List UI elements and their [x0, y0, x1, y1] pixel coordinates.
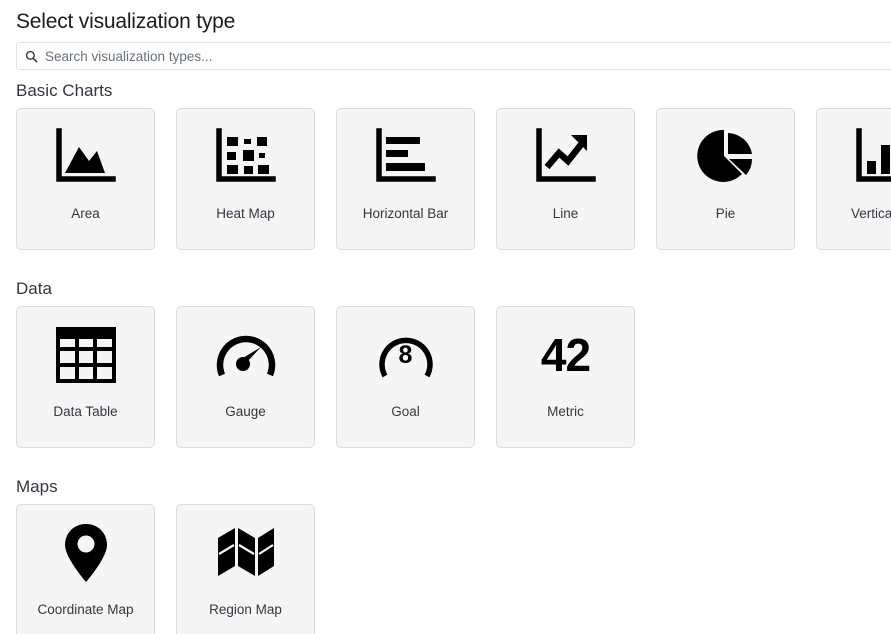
viz-card-label: Metric	[497, 403, 634, 421]
viz-card-data-table[interactable]: Data Table	[16, 306, 155, 448]
viz-card-label: Pie	[657, 205, 794, 223]
heat-map-icon	[177, 109, 314, 205]
horizontal-bar-icon	[337, 109, 474, 205]
viz-card-label: Data Table	[17, 403, 154, 421]
viz-card-label: Horizontal Bar	[337, 205, 474, 223]
section-grid-basic-charts: Area Heat Map	[16, 108, 891, 250]
viz-card-label: Heat Map	[177, 205, 314, 223]
search-bar[interactable]	[16, 42, 891, 70]
section-title-basic-charts: Basic Charts	[16, 80, 112, 102]
section-grid-maps: Coordinate Map Region Map	[16, 504, 315, 634]
metric-icon: 42	[497, 307, 634, 403]
metric-value: 42	[541, 332, 590, 378]
search-input[interactable]	[45, 43, 891, 69]
viz-card-horizontal-bar[interactable]: Horizontal Bar	[336, 108, 475, 250]
pie-chart-icon	[657, 109, 794, 205]
viz-card-pie[interactable]: Pie	[656, 108, 795, 250]
goal-value: 8	[399, 343, 413, 368]
viz-card-label: Vertical Bar	[817, 205, 891, 223]
goal-icon: 8	[337, 307, 474, 403]
section-title-data: Data	[16, 278, 52, 300]
data-table-icon	[17, 307, 154, 403]
viz-card-heat-map[interactable]: Heat Map	[176, 108, 315, 250]
viz-card-region-map[interactable]: Region Map	[176, 504, 315, 634]
area-chart-icon	[17, 109, 154, 205]
viz-card-line[interactable]: Line	[496, 108, 635, 250]
viz-card-label: Coordinate Map	[17, 601, 154, 619]
viz-card-label: Region Map	[177, 601, 314, 619]
folded-map-icon	[177, 505, 314, 601]
vertical-bar-icon	[817, 109, 891, 205]
search-icon	[25, 50, 38, 63]
viz-card-metric[interactable]: 42 Metric	[496, 306, 635, 448]
viz-card-gauge[interactable]: Gauge	[176, 306, 315, 448]
line-chart-icon	[497, 109, 634, 205]
viz-card-area[interactable]: Area	[16, 108, 155, 250]
viz-card-goal[interactable]: 8 Goal	[336, 306, 475, 448]
page-title: Select visualization type	[16, 8, 235, 36]
viz-card-coordinate-map[interactable]: Coordinate Map	[16, 504, 155, 634]
viz-card-label: Line	[497, 205, 634, 223]
viz-card-label: Goal	[337, 403, 474, 421]
viz-card-label: Area	[17, 205, 154, 223]
map-pin-icon	[17, 505, 154, 601]
viz-card-label: Gauge	[177, 403, 314, 421]
gauge-icon	[177, 307, 314, 403]
section-title-maps: Maps	[16, 476, 58, 498]
viz-card-vertical-bar[interactable]: Vertical Bar	[816, 108, 891, 250]
section-grid-data: Data Table Gauge 8 Goal	[16, 306, 635, 448]
visualization-type-picker: Select visualization type Basic Charts A…	[0, 0, 891, 634]
